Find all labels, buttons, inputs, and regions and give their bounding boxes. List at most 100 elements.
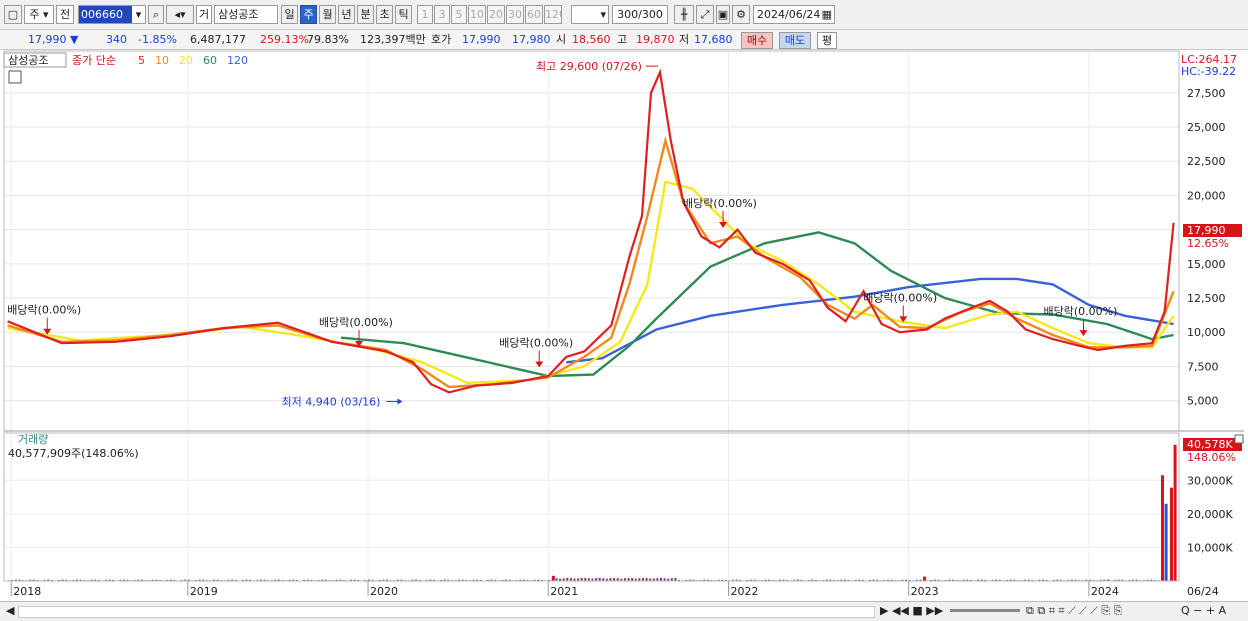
candle-icon[interactable]: ╫ — [674, 5, 694, 24]
ask-price: 17,990 — [462, 33, 501, 46]
horizontal-scrollbar[interactable] — [18, 606, 875, 618]
period-tab-4[interactable]: 분 — [357, 5, 374, 24]
interval-tab-30[interactable]: 30 — [506, 5, 524, 24]
search-icon[interactable]: ⌕ — [148, 5, 164, 24]
period-tab-5[interactable]: 초 — [376, 5, 393, 24]
volume-tick-label: 20,000K — [1187, 508, 1233, 521]
volume-value: 6,487,177 — [190, 33, 246, 46]
y-tick-label: 27,500 — [1187, 87, 1226, 100]
ma-legend-5: 5 — [138, 54, 145, 67]
date-value: 2024/06/24 — [757, 8, 821, 21]
draw-icon[interactable]: ⤢ — [696, 5, 714, 24]
drawing-tools-icon[interactable]: ⧉ ⧉ ⌗ ⌗ ⟋ ⟋ ⟋ ⎘ ⎘ — [1026, 604, 1122, 618]
stock-name-field[interactable]: 삼성공조 — [214, 5, 278, 24]
period-unit-label: 주 — [29, 8, 40, 21]
dividend-annotation: 배당락(0.00%) — [863, 291, 937, 304]
table-icon[interactable] — [8, 70, 22, 84]
buy-button[interactable]: 매수 — [741, 32, 773, 49]
volume-ratio: 259.13% — [260, 33, 309, 46]
period-tab-6[interactable]: 틱 — [395, 5, 412, 24]
chart-area: 5,0007,50010,00012,50015,00017,50020,000… — [0, 50, 1248, 601]
sell-button[interactable]: 매도 — [779, 32, 811, 49]
last-price-pct: 12.65% — [1187, 237, 1229, 250]
quote-bar: 17,990 ▼ 340 -1.85% 6,487,177 259.13% 79… — [0, 30, 1248, 50]
y-tick-label: 15,000 — [1187, 258, 1226, 271]
toolbar: ▢ 주 ▾ 전 006660 ▾ ⌕ ◂▾ 거 삼성공조 일주월년분초틱 1351… — [0, 0, 1248, 30]
open-label: 시 — [556, 33, 567, 46]
gear-icon[interactable]: ⚙ — [732, 5, 750, 24]
bid-price: 17,980 — [512, 33, 551, 46]
x-last-label: 06/24 — [1187, 585, 1219, 598]
volume-bar — [923, 576, 927, 581]
low-annotation: 최저 4,940 (03/16) — [281, 395, 380, 408]
interval-tab-20[interactable]: 20 — [487, 5, 505, 24]
x-tick-label: 2024 — [1091, 585, 1119, 598]
interval-tab-120[interactable]: 120 — [544, 5, 562, 24]
change-value: 340 — [106, 33, 127, 46]
volume-bar — [1173, 444, 1177, 581]
calendar-icon: ▦ — [821, 8, 832, 21]
bid-label: 호가 — [431, 33, 452, 46]
period-tab-1[interactable]: 주 — [300, 5, 317, 24]
y-tick-label: 25,000 — [1187, 121, 1226, 134]
price-panel-title: 삼성공조 — [8, 54, 48, 67]
y-tick-label: 5,000 — [1187, 395, 1219, 408]
turnover-value: 79.83% — [307, 33, 349, 46]
zoom-slider[interactable] — [950, 609, 1020, 612]
close-icon[interactable] — [1234, 434, 1244, 444]
volume-bar — [1160, 475, 1164, 581]
stock-code-value: 006660 — [81, 8, 123, 21]
ma-legend-60: 60 — [203, 54, 217, 67]
bottom-bar: ◀ ▶ ◀◀ ■ ▶▶ ⧉ ⧉ ⌗ ⌗ ⟋ ⟋ ⟋ ⎘ ⎘ Q − + A — [0, 601, 1248, 621]
high-value: 19,870 — [636, 33, 675, 46]
volume-badge-text: 40,578K — [1187, 438, 1233, 451]
avg-button[interactable]: 평 — [817, 32, 837, 49]
volume-tick-label: 30,000K — [1187, 474, 1233, 487]
high-annotation: 최고 29,600 (07/26) — [536, 60, 642, 73]
interval-tab-3[interactable]: 3 — [434, 5, 450, 24]
y-tick-label: 7,500 — [1187, 360, 1219, 373]
interval-select[interactable]: ▾ — [571, 5, 609, 24]
save-icon[interactable]: ▣ — [716, 5, 730, 24]
period-unit-select[interactable]: 주 ▾ — [24, 5, 54, 24]
interval-tab-10[interactable]: 10 — [468, 5, 486, 24]
volume-panel-title: 거래량 — [18, 433, 48, 446]
x-tick-label: 2023 — [911, 585, 939, 598]
ma-legend-120: 120 — [227, 54, 248, 67]
interval-tab-60[interactable]: 60 — [525, 5, 543, 24]
scroll-left-icon[interactable]: ◀ — [6, 604, 14, 618]
amount-value: 123,397백만 — [360, 33, 426, 46]
dividend-annotation: 배당락(0.00%) — [319, 316, 393, 329]
volume-badge-pct: 148.06% — [1187, 451, 1236, 464]
last-price-badge-text: 17,990 — [1187, 224, 1226, 237]
x-tick-label: 2021 — [550, 585, 578, 598]
period-tab-3[interactable]: 년 — [338, 5, 355, 24]
low-value: 17,680 — [694, 33, 733, 46]
y-tick-label: 10,000 — [1187, 326, 1226, 339]
period-tab-0[interactable]: 일 — [281, 5, 298, 24]
window-icon[interactable]: ▢ — [4, 5, 22, 24]
volume-bar — [551, 575, 555, 581]
market-label: 거 — [196, 5, 212, 24]
interval-tab-1[interactable]: 1 — [417, 5, 433, 24]
interval-tab-5[interactable]: 5 — [451, 5, 467, 24]
volume-bar — [1164, 503, 1168, 581]
volume-bar — [1169, 487, 1173, 581]
price-value: 17,990 — [28, 33, 67, 46]
speaker-icon[interactable]: ◂▾ — [166, 5, 194, 24]
ma-legend-10: 10 — [155, 54, 169, 67]
x-tick-label: 2022 — [730, 585, 758, 598]
period-tab-2[interactable]: 월 — [319, 5, 336, 24]
scroll-controls[interactable]: ▶ ◀◀ ■ ▶▶ — [880, 604, 943, 618]
y-tick-label: 12,500 — [1187, 292, 1226, 305]
dividend-annotation: 배당락(0.00%) — [499, 337, 573, 350]
chart-svg: 5,0007,50010,00012,50015,00017,50020,000… — [0, 50, 1248, 601]
count-field[interactable]: 300/300 — [612, 5, 668, 24]
ma-legend-20: 20 — [179, 54, 193, 67]
stock-code-input[interactable]: 006660 ▾ — [78, 5, 146, 24]
low-label: 저 — [679, 33, 690, 46]
prev-button[interactable]: 전 — [56, 5, 74, 24]
zoom-controls[interactable]: Q − + A — [1181, 604, 1226, 618]
date-field[interactable]: 2024/06/24 ▦ — [753, 5, 835, 24]
down-arrow-icon: ▼ — [70, 33, 79, 46]
